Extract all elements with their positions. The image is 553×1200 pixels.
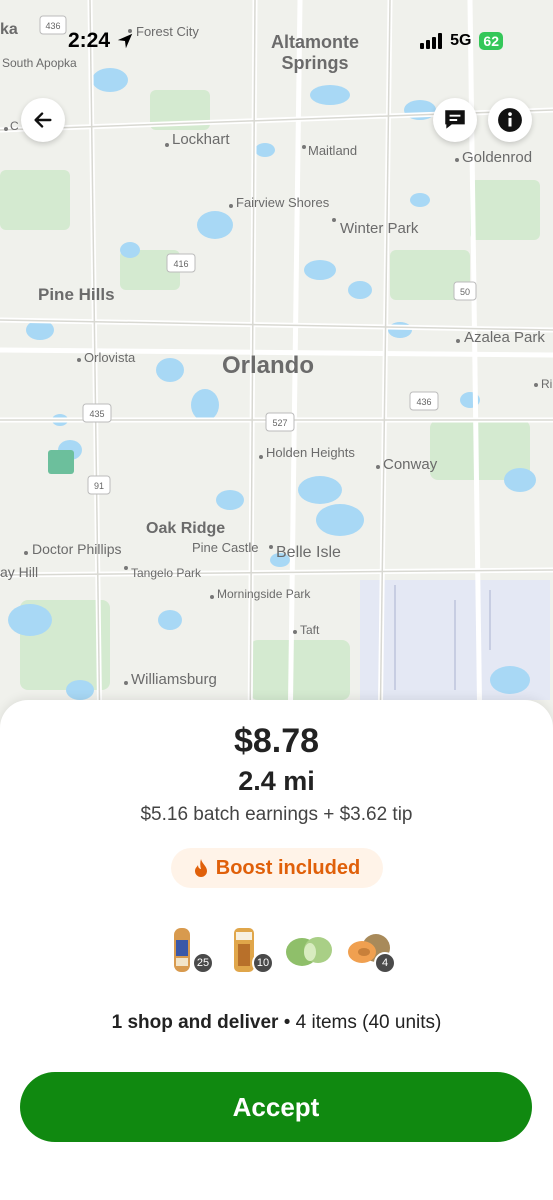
map-label-taft: Taft (300, 623, 320, 637)
item-qty-badge: 4 (374, 952, 396, 974)
map-label-pine-hills: Pine Hills (38, 285, 115, 304)
shield-436-top: 436 (45, 21, 60, 31)
info-icon (498, 108, 522, 132)
shield-436: 436 (416, 397, 431, 407)
map-label-orlando: Orlando (222, 352, 314, 379)
map-label-williamsburg: Williamsburg (131, 671, 217, 688)
map-label-lockhart: Lockhart (172, 131, 230, 148)
map-label-belle-isle: Belle Isle (276, 544, 341, 561)
item-cantaloupe[interactable]: 4 (342, 922, 398, 978)
map-label-altamonte: Altamonte (271, 32, 359, 52)
boost-label: Boost included (215, 856, 361, 879)
map-label-goldenrod: Goldenrod (462, 149, 532, 166)
map-label-azalea-park: Azalea Park (464, 329, 545, 346)
item-qty-badge: 10 (252, 952, 274, 974)
offer-summary: 1 shop and deliver • 4 items (40 units) (0, 1012, 553, 1034)
battery-icon: 62 (479, 32, 503, 50)
shield-91: 91 (94, 481, 104, 491)
chat-button[interactable] (433, 98, 477, 142)
map-label-fairview-shores: Fairview Shores (236, 195, 330, 210)
map-label-orlovista: Orlovista (84, 350, 136, 365)
cabbage-icon (286, 937, 332, 966)
flame-icon (194, 859, 207, 877)
map-label-holden-heights: Holden Heights (266, 445, 355, 460)
map-label-oak-ridge: Oak Ridge (146, 520, 225, 537)
map-label-south-apopka: South Apopka (2, 56, 77, 70)
back-button[interactable] (21, 98, 65, 142)
map-label-pine-castle: Pine Castle (192, 540, 258, 555)
summary-type: 1 shop and deliver (111, 1012, 279, 1033)
offer-sheet: $8.78 2.4 mi $5.16 batch earnings + $3.6… (0, 700, 553, 1200)
map-label-bay-hill: ay Hill (0, 564, 38, 580)
shield-50: 50 (460, 287, 470, 297)
map-label-ka: ka (0, 21, 18, 38)
map-label-tangelo-park: Tangelo Park (131, 566, 202, 580)
summary-items: • 4 items (40 units) (278, 1012, 442, 1033)
map-label-springs: Springs (281, 53, 348, 73)
offer-distance: 2.4 mi (238, 766, 315, 796)
map-label-conway: Conway (383, 456, 438, 473)
network-type: 5G (450, 32, 472, 49)
map-label-maitland: Maitland (308, 143, 357, 158)
signal-icon (420, 33, 443, 49)
info-button[interactable] (488, 98, 532, 142)
arrow-left-icon (34, 112, 52, 128)
location-arrow-icon (117, 33, 133, 49)
boost-badge: Boost included (171, 848, 383, 888)
clock-text: 2:24 (68, 29, 111, 52)
map-label-doctor-phillips: Doctor Phillips (32, 541, 121, 557)
message-icon (445, 110, 465, 129)
status-time: 2:24 (68, 28, 134, 54)
shield-527: 527 (272, 418, 287, 428)
map-label-left-edge: C (10, 119, 19, 133)
shield-416: 416 (173, 259, 188, 269)
offer-price: $8.78 (233, 722, 320, 760)
map-label-morningside-park: Morningside Park (217, 587, 311, 601)
shield-435: 435 (89, 409, 104, 419)
item-cabbage[interactable] (282, 922, 338, 978)
battery-level: 62 (483, 33, 499, 49)
map-label-winter-park: Winter Park (340, 220, 419, 237)
accept-button[interactable]: Accept (20, 1072, 532, 1142)
map-label-right-edge: Ri (541, 377, 552, 391)
item-thumbnails: 25 10 4 (160, 922, 400, 982)
earnings-breakdown: $5.16 batch earnings + $3.62 tip (140, 804, 413, 825)
item-bread-packaged[interactable]: 10 (220, 922, 276, 978)
item-qty-badge: 25 (192, 952, 214, 974)
status-indicators: 5G 62 (420, 28, 503, 54)
item-bread-loaf[interactable]: 25 (160, 922, 216, 978)
map-label-forest-city: Forest City (136, 24, 199, 39)
